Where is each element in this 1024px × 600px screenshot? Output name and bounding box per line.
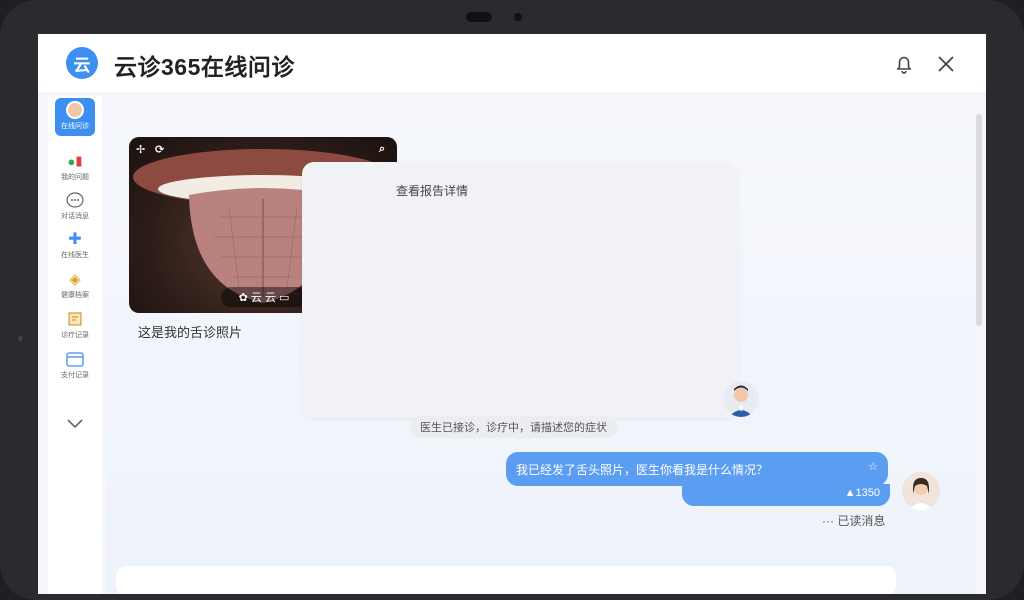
sidebar-item-label: 在线医生 (61, 252, 89, 259)
doctor-avatar (723, 381, 759, 417)
medical-cross-icon: ✚ (68, 231, 82, 248)
close-icon[interactable] (934, 52, 958, 76)
star-icon[interactable]: ☆ (868, 460, 878, 473)
chevron-down-icon[interactable] (66, 418, 84, 430)
sidebar-item-payments[interactable]: 支付记录 (48, 350, 102, 386)
folder-icon: ◈ (69, 271, 81, 288)
front-camera (466, 12, 492, 22)
sidebar-item-label: 在线问诊 (61, 123, 89, 130)
system-note: 医生已接诊，诊疗中，请描述您的症状 (410, 416, 617, 438)
user-message-text: 我已经发了舌头照片，医生你看我是什么情况？ (516, 463, 769, 477)
image-caption: 这是我的舌诊照片 (138, 325, 243, 340)
app-logo: 云 (66, 47, 98, 79)
read-status: ··· 已读消息 (822, 514, 886, 528)
sidebar-item-label: 支付记录 (61, 372, 89, 379)
sidebar-item-questions[interactable]: ● ▮ 我的问题 (48, 152, 102, 188)
sidebar-item-label: 我的问题 (61, 174, 89, 181)
sidebar-item-label: 诊疗记录 (61, 332, 89, 339)
sidebar: 在线问诊 ● ▮ 我的问题 对话消息 ✚ 在线医生 ◈ 健康档案 诊疗记录 支付… (48, 96, 102, 594)
clipboard-icon (65, 310, 85, 328)
move-icon[interactable]: ✢ (136, 143, 145, 156)
zoom-icon[interactable]: ⌕ (379, 143, 385, 156)
scrollbar[interactable] (976, 114, 982, 326)
sidebar-item-label: 健康档案 (61, 292, 89, 299)
message-meta: ▲1350 (682, 484, 890, 506)
chat-area: ✢ ⟳ ⌕ ✿ 云 云 ▭ 这是我的舌诊照片 查看报告详情 医生已接诊，诊疗中，… (106, 96, 976, 594)
side-sensor (18, 336, 23, 341)
image-toolbar[interactable]: ✿ 云 云 ▭ (221, 287, 307, 307)
sidebar-item-doctors[interactable]: ✚ 在线医生 (48, 230, 102, 266)
user-avatar (902, 472, 940, 510)
sidebar-item-consult[interactable]: 在线问诊 (55, 98, 95, 136)
input-bar[interactable] (116, 566, 896, 594)
report-card[interactable]: 查看报告详情 (302, 162, 738, 418)
title-bar: 云 云诊365在线问诊 (38, 34, 986, 92)
pill-icon: ● ▮ (67, 153, 83, 169)
report-card-title: 查看报告详情 (396, 184, 469, 198)
sidebar-item-history[interactable]: 诊疗记录 (48, 310, 102, 346)
sidebar-item-messages[interactable]: 对话消息 (48, 191, 102, 227)
app-window: 云 云诊365在线问诊 在线问诊 ● ▮ 我的问题 对话消息 ✚ 在线医生 ◈ … (38, 34, 986, 594)
sidebar-item-records[interactable]: ◈ 健康档案 (48, 270, 102, 306)
sidebar-item-label: 对话消息 (61, 213, 89, 220)
doctor-avatar-icon (66, 101, 84, 119)
user-message-bubble[interactable]: 我已经发了舌头照片，医生你看我是什么情况？ ☆ (506, 452, 888, 486)
card-icon (65, 350, 85, 368)
chat-bubble-icon (65, 191, 85, 209)
app-title: 云诊365在线问诊 (114, 54, 295, 80)
camera-sensor (514, 13, 522, 21)
message-count: ▲1350 (844, 487, 880, 499)
rotate-icon[interactable]: ⟳ (155, 143, 164, 156)
bell-icon[interactable] (892, 52, 916, 76)
